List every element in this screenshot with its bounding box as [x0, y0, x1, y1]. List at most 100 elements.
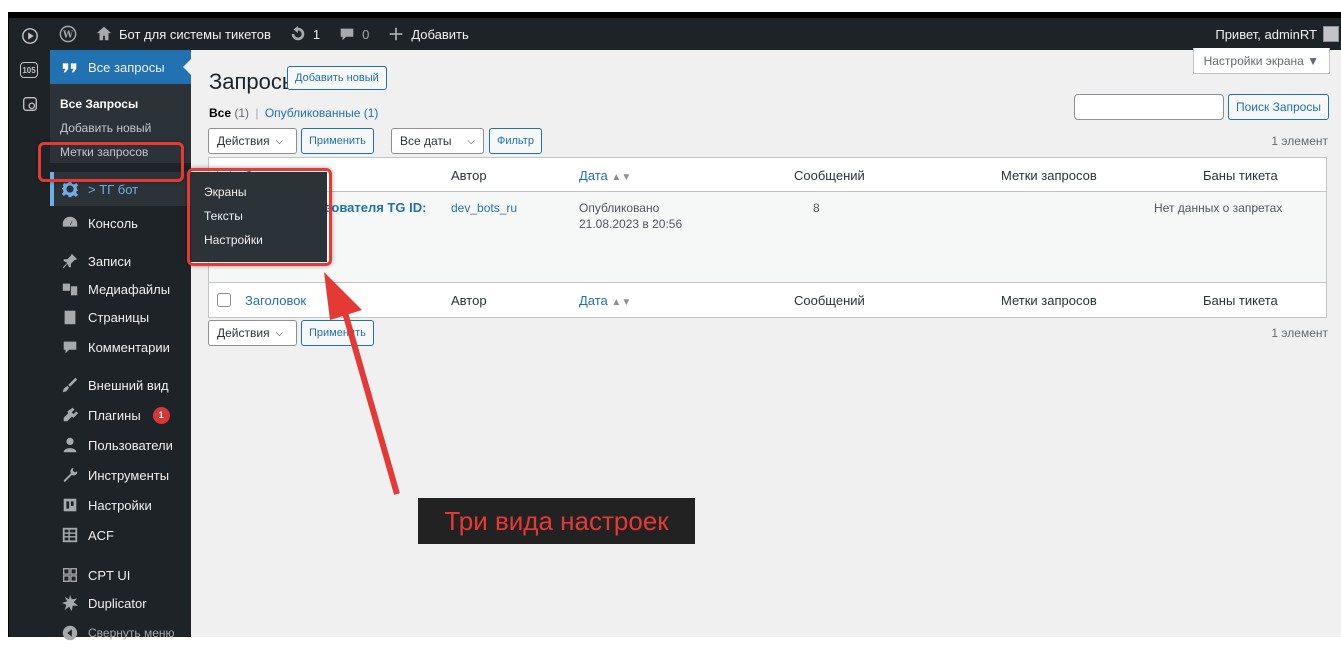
- brush-icon: [60, 375, 80, 395]
- wrench-icon: [60, 465, 80, 485]
- chevron-down-icon: ⌵: [275, 327, 284, 339]
- plugins-update-badge: 1: [152, 406, 170, 424]
- avatar: [1323, 26, 1339, 42]
- bulk-actions-value: Действия: [217, 326, 270, 340]
- callout-text: Три вида настроек: [444, 505, 669, 536]
- add-new-button[interactable]: Добавить новый: [287, 66, 387, 90]
- items-count-bottom: 1 элемент: [1271, 326, 1328, 340]
- menu-plugins[interactable]: Плагины 1: [50, 398, 191, 432]
- pages-icon: [60, 307, 80, 327]
- submenu-all-requests[interactable]: Все Запросы: [50, 92, 191, 116]
- row-author[interactable]: dev_bots_ru: [451, 201, 517, 215]
- wp-logo-menu[interactable]: W: [50, 18, 86, 50]
- comments-menu[interactable]: 0: [329, 18, 378, 50]
- menu-duplicator[interactable]: Duplicator: [50, 586, 191, 620]
- menu-label: ACF: [88, 527, 114, 543]
- sort-icon: ▲▼: [611, 172, 632, 183]
- menu-label: > ТГ бот: [88, 181, 139, 197]
- menu-label: Все запросы: [88, 59, 165, 75]
- menu-pages[interactable]: Страницы: [50, 300, 191, 334]
- admin-menu: Все запросы Все Запросы Добавить новый М…: [50, 50, 191, 641]
- menu-all-requests[interactable]: Все запросы: [50, 50, 191, 84]
- table-header-row: Заголовок Автор Дата ▲▼ Сообщений Метки …: [209, 158, 1326, 192]
- chevron-down-icon: ⌵: [275, 135, 284, 147]
- filter-all-link[interactable]: Все: [209, 106, 231, 120]
- footer-column-date[interactable]: Дата ▲▼: [579, 293, 631, 308]
- menu-settings[interactable]: Настройки: [50, 488, 191, 522]
- menu-label: Внешний вид: [88, 377, 169, 393]
- settings-icon: [60, 495, 80, 515]
- menu-label: Настройки: [88, 497, 152, 513]
- column-bans: Баны тикета: [1203, 168, 1278, 183]
- plugin-icon: [60, 405, 80, 425]
- camera-icon[interactable]: [20, 94, 40, 114]
- collapse-menu-button[interactable]: Свернуть меню: [50, 616, 191, 650]
- search-button-label: Поиск Запросы: [1236, 100, 1321, 114]
- plus-icon: [390, 27, 403, 41]
- cptui-icon: [60, 565, 80, 585]
- menu-comments[interactable]: Комментарии: [50, 330, 191, 364]
- annotation-callout: Три вида настроек: [418, 498, 695, 544]
- play-circle-icon[interactable]: [20, 26, 40, 46]
- submenu-add-new[interactable]: Добавить новый: [50, 116, 191, 140]
- comments-count: 0: [362, 26, 370, 42]
- menu-label: Свернуть меню: [88, 626, 175, 640]
- row-messages: 8: [813, 201, 820, 215]
- apply-button[interactable]: Применить: [301, 128, 374, 154]
- items-count-top: 1 элемент: [1271, 134, 1328, 148]
- updates-icon: [291, 25, 305, 41]
- svg-text:W: W: [62, 31, 74, 41]
- filter-button[interactable]: Фильтр: [489, 128, 542, 154]
- comments-icon: [60, 337, 80, 357]
- menu-acf[interactable]: ACF: [50, 518, 191, 552]
- apply-label: Применить: [309, 135, 366, 147]
- add-new-label: Добавить новый: [295, 72, 379, 84]
- filter-published-link[interactable]: Опубликованные (1): [265, 106, 379, 120]
- menu-label: Пользователи: [88, 437, 173, 453]
- my-account-menu[interactable]: Привет, adminRT: [1215, 26, 1341, 42]
- annotation-arrow: [324, 272, 400, 495]
- menu-tools[interactable]: Инструменты: [50, 458, 191, 492]
- gear-icon: [60, 179, 80, 199]
- menu-appearance[interactable]: Внешний вид: [50, 368, 191, 402]
- left-app-rail: 105: [8, 18, 50, 637]
- column-date[interactable]: Дата ▲▼: [579, 168, 631, 183]
- bulk-actions-select-bottom[interactable]: Действия ⌵: [208, 320, 297, 346]
- new-content-menu[interactable]: Добавить: [378, 18, 477, 50]
- footer-column-date-label: Дата: [579, 293, 608, 308]
- dates-select[interactable]: Все даты ⌵: [391, 128, 484, 154]
- chevron-down-icon: ⌵: [467, 135, 475, 147]
- select-all-checkbox-footer[interactable]: [217, 293, 231, 307]
- search-button[interactable]: Поиск Запросы: [1228, 94, 1329, 120]
- greeting-text: Привет, adminRT: [1215, 26, 1317, 42]
- screenshot-frame: 105 W Бот для системы тикетов 1 0 Добави…: [0, 0, 1341, 641]
- home-icon: [96, 26, 112, 41]
- menu-label: CPT UI: [88, 567, 131, 583]
- menu-label: Страницы: [88, 309, 150, 325]
- footer-column-author: Автор: [451, 293, 487, 308]
- comment-icon: [340, 28, 354, 41]
- separator: |: [255, 106, 259, 120]
- site-name-menu[interactable]: Бот для системы тикетов: [86, 18, 280, 50]
- footer-column-tags: Метки запросов: [1001, 293, 1097, 308]
- footer-column-bans: Баны тикета: [1203, 293, 1278, 308]
- menu-label: Duplicator: [88, 595, 147, 611]
- menu-label: Медиафайлы: [88, 281, 171, 297]
- top-margin: [0, 0, 1341, 12]
- row-bans: Нет данных о запретах: [1154, 201, 1283, 215]
- footer-column-title[interactable]: Заголовок: [245, 293, 306, 308]
- status-filter-links: Все (1) | Опубликованные (1): [209, 106, 378, 120]
- column-messages: Сообщений: [794, 168, 865, 183]
- menu-users[interactable]: Пользователи: [50, 428, 191, 462]
- menu-console[interactable]: Консоль: [50, 206, 191, 240]
- column-author: Автор: [451, 168, 487, 183]
- row-date: 21.08.2023 в 20:56: [579, 217, 683, 231]
- row-status: Опубликовано: [579, 201, 660, 215]
- rail-counter-icon[interactable]: 105: [20, 62, 38, 78]
- search-input[interactable]: [1074, 94, 1224, 120]
- menu-label: Записи: [88, 253, 132, 269]
- updates-menu[interactable]: 1: [280, 18, 329, 50]
- bulk-actions-select[interactable]: Действия ⌵: [208, 128, 297, 154]
- column-tags: Метки запросов: [1001, 168, 1097, 183]
- screen-options-button[interactable]: Настройки экрана ▼: [1192, 48, 1330, 74]
